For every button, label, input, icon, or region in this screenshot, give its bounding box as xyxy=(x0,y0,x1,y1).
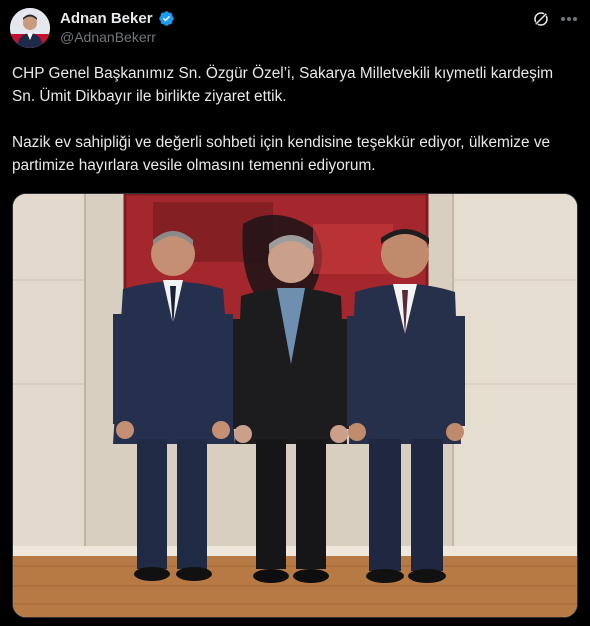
tweet-paragraph: Nazik ev sahipliği ve değerli sohbeti iç… xyxy=(12,134,555,174)
author-name-row[interactable]: Adnan Beker xyxy=(60,9,175,27)
author-display-name[interactable]: Adnan Beker xyxy=(60,10,153,27)
tweet-photo[interactable] xyxy=(12,193,578,618)
verified-badge-icon xyxy=(158,10,175,27)
more-options-icon[interactable] xyxy=(558,8,580,30)
tweet-text: CHP Genel Başkanımız Sn. Özgür Özel’i, S… xyxy=(12,62,578,177)
tweet-paragraph: CHP Genel Başkanımız Sn. Özgür Özel’i, S… xyxy=(12,65,558,105)
grok-icon[interactable] xyxy=(532,10,550,28)
author-handle[interactable]: @AdnanBekerr xyxy=(60,29,156,45)
author-avatar[interactable] xyxy=(10,8,50,48)
profile-photo xyxy=(10,8,50,48)
photo-illustration xyxy=(13,194,577,617)
